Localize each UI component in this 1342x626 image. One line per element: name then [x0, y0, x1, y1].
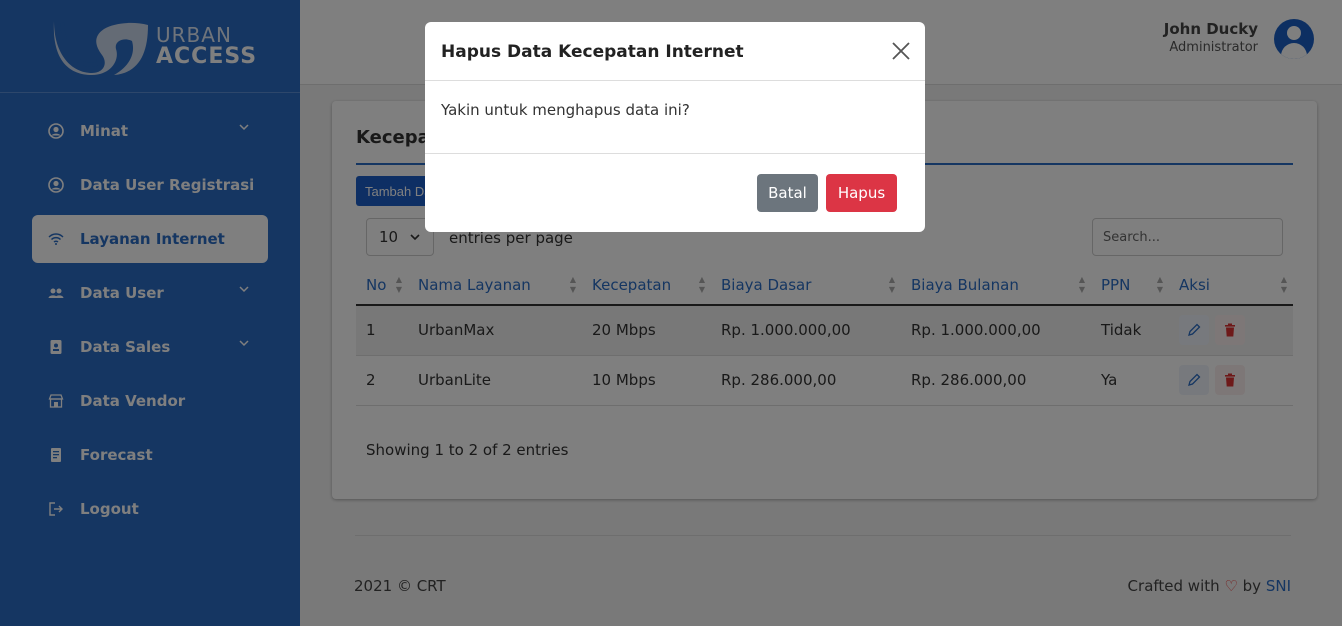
close-icon[interactable]	[891, 41, 911, 61]
modal-header: Hapus Data Kecepatan Internet	[425, 22, 925, 81]
modal-body: Yakin untuk menghapus data ini?	[425, 81, 925, 154]
cancel-button[interactable]: Batal	[757, 174, 818, 212]
confirm-delete-button[interactable]: Hapus	[826, 174, 897, 212]
delete-confirmation-modal: Hapus Data Kecepatan Internet Yakin untu…	[425, 22, 925, 232]
modal-footer: Batal Hapus	[425, 154, 925, 232]
modal-title: Hapus Data Kecepatan Internet	[441, 42, 744, 62]
